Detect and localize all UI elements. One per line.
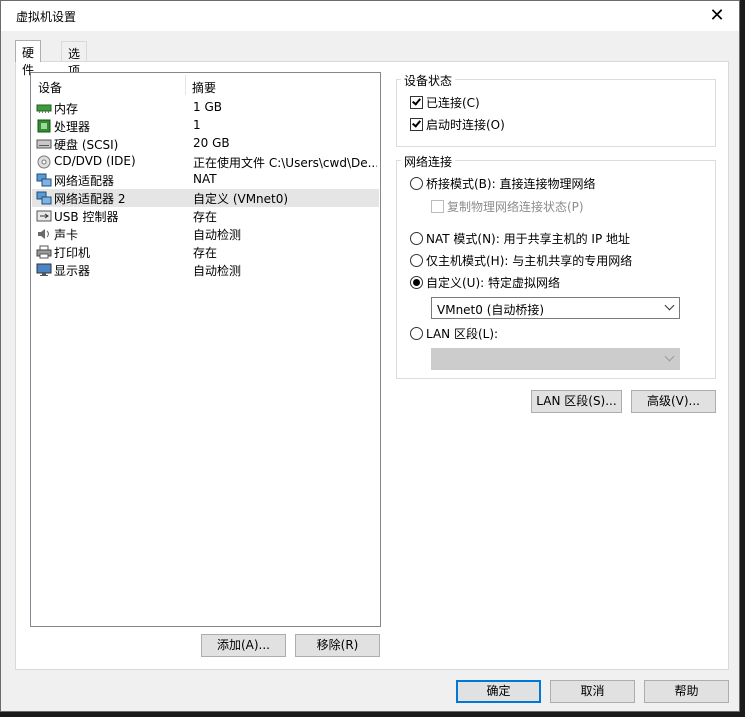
lan-segment-radio[interactable]: LAN 区段(L): [410,325,498,342]
connected-label: 已连接(C) [426,96,480,110]
custom-radio[interactable]: 自定义(U): 特定虚拟网络 [410,274,560,291]
radio-circle[interactable] [410,177,423,190]
connect-at-power-on-checkbox[interactable]: 启动时连接(O) [410,116,505,133]
device-summary: 自动检测 [193,228,242,242]
device-name: 网络适配器 2 [54,192,126,206]
device-summary: 20 GB [193,136,230,150]
lan-segment-select[interactable] [431,348,680,370]
device-summary: 正在使用文件 C:\Users\cwd\De... [193,156,377,170]
column-header-summary[interactable]: 摘要 [192,79,216,96]
cd-dvd-icon [36,155,52,169]
device-row-usb-controller[interactable]: USB 控制器 存在 [32,207,379,225]
radio-circle[interactable] [410,327,423,340]
column-divider[interactable] [185,75,186,95]
checkbox-box[interactable] [410,96,423,109]
device-status-group [396,79,716,147]
device-summary: NAT [193,172,217,186]
custom-network-value: VMnet0 (自动桥接) [437,303,545,317]
custom-label: 自定义(U): 特定虚拟网络 [426,276,561,290]
device-name: CD/DVD (IDE) [54,154,136,168]
replicate-state-label: 复制物理网络连接状态(P) [447,200,584,214]
network-adapter-icon [36,191,52,205]
device-name: 声卡 [54,228,79,242]
device-summary: 存在 [193,246,218,260]
usb-icon [36,209,52,223]
memory-icon [36,101,52,115]
device-name: 处理器 [54,120,91,134]
network-adapter-icon [36,173,52,187]
tab-options[interactable]: 选项 [61,41,88,78]
ok-button[interactable]: 确定 [456,680,541,703]
lan-segment-label: LAN 区段(L): [426,327,499,341]
radio-circle[interactable] [410,232,423,245]
device-summary: 1 GB [193,100,222,114]
device-row-network-adapter-2[interactable]: 网络适配器 2 自定义 (VMnet0) [32,189,379,207]
tab-hardware[interactable]: 硬件 [15,40,42,77]
device-row-display[interactable]: 显示器 自动检测 [32,261,379,279]
host-only-label: 仅主机模式(H): 与主机共享的专用网络 [426,254,633,268]
radio-circle[interactable] [410,254,423,267]
network-connection-group [396,160,716,379]
device-row-hard-disk[interactable]: 硬盘 (SCSI) 20 GB [32,135,379,153]
processor-icon [36,119,52,133]
network-connection-label: 网络连接 [401,153,456,170]
printer-icon [36,245,52,259]
remove-device-button[interactable]: 移除(R) [295,634,380,657]
device-summary: 自定义 (VMnet0) [193,192,289,206]
sound-card-icon [36,227,52,241]
device-row-memory[interactable]: 内存 1 GB [32,99,379,117]
hard-disk-icon [36,137,52,151]
connected-checkbox[interactable]: 已连接(C) [410,94,480,111]
host-only-radio[interactable]: 仅主机模式(H): 与主机共享的专用网络 [410,252,632,269]
nat-label: NAT 模式(N): 用于共享主机的 IP 地址 [426,232,631,246]
title-bar: 虚拟机设置 ✕ [1,1,739,31]
lan-segments-button[interactable]: LAN 区段(S)... [531,390,622,413]
device-summary: 自动检测 [193,264,242,278]
device-row-cd-dvd[interactable]: CD/DVD (IDE) 正在使用文件 C:\Users\cwd\De... [32,153,379,171]
device-list[interactable]: 设备 摘要 内存 1 GB 处理器 1 硬盘 (SCSI) 20 GB CD/D… [30,72,381,627]
bridged-radio[interactable]: 桥接模式(B): 直接连接物理网络 [410,175,595,192]
chevron-down-icon [664,351,675,362]
device-summary: 存在 [193,210,218,224]
window-title: 虚拟机设置 [16,10,77,24]
chevron-down-icon [664,300,675,311]
advanced-button[interactable]: 高级(V)... [631,390,716,413]
connect-at-power-on-label: 启动时连接(O) [426,118,505,132]
device-summary: 1 [193,118,201,132]
radio-circle[interactable] [410,276,423,289]
column-header-device[interactable]: 设备 [38,79,62,96]
device-name: USB 控制器 [54,210,119,224]
device-row-network-adapter[interactable]: 网络适配器 NAT [32,171,379,189]
device-status-label: 设备状态 [401,72,456,89]
device-row-sound-card[interactable]: 声卡 自动检测 [32,225,379,243]
device-name: 打印机 [54,246,91,260]
device-name: 显示器 [54,264,91,278]
device-row-printer[interactable]: 打印机 存在 [32,243,379,261]
bridged-label: 桥接模式(B): 直接连接物理网络 [426,177,596,191]
close-icon[interactable]: ✕ [695,1,739,31]
device-name: 内存 [54,102,79,116]
replicate-state-checkbox[interactable]: 复制物理网络连接状态(P) [431,198,584,215]
device-name: 硬盘 (SCSI) [54,138,119,152]
checkbox-box[interactable] [410,118,423,131]
custom-network-select[interactable]: VMnet0 (自动桥接) [431,297,680,319]
help-button[interactable]: 帮助 [644,680,729,703]
checkbox-box[interactable] [431,200,444,213]
device-row-processor[interactable]: 处理器 1 [32,117,379,135]
vm-settings-window: 虚拟机设置 ✕ 硬件 选项 设备 摘要 内存 1 GB 处理器 1 硬盘 (SC… [0,0,740,712]
display-icon [36,263,52,277]
add-device-button[interactable]: 添加(A)... [201,634,286,657]
cancel-button[interactable]: 取消 [550,680,635,703]
nat-radio[interactable]: NAT 模式(N): 用于共享主机的 IP 地址 [410,230,630,247]
device-name: 网络适配器 [54,174,115,188]
